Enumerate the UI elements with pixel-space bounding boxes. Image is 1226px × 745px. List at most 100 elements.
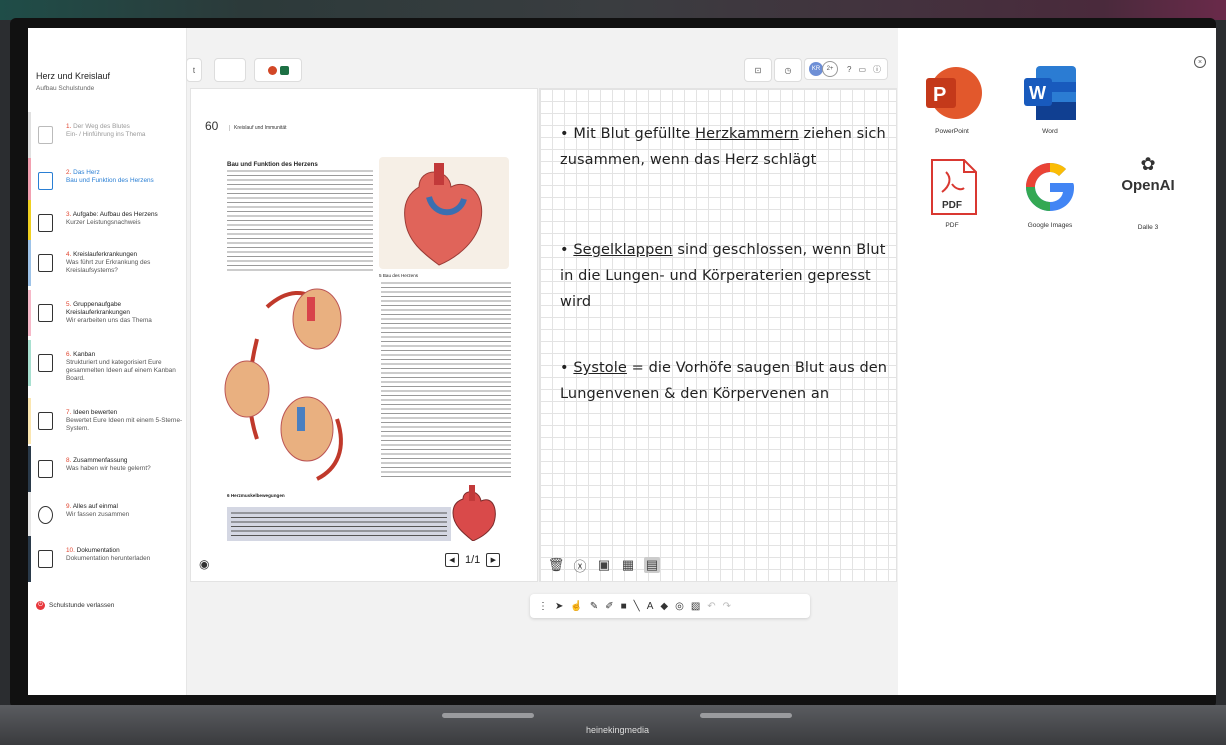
close-icon[interactable]: × [1194,56,1206,68]
document-text-2 [381,281,511,477]
next-page-button[interactable]: ▶ [486,553,501,567]
powerpoint-logo-icon: P [921,64,983,122]
pager: ◀ 1/1 ▶ [445,553,501,567]
heart-cycle-diagram [217,279,375,493]
book-icon[interactable]: ▤ [644,557,660,573]
page-number: 60 [205,119,219,133]
heart-illustration [404,163,483,266]
lesson-description: Wir erarbeiten uns das Thema [66,317,152,324]
board-note-1[interactable]: • Mit Blut gefüllte Herzkammern ziehen s… [560,121,890,173]
app-google-images[interactable]: Google Images [1010,158,1090,229]
lesson-color-bar [28,158,31,204]
users-panel[interactable]: KR 2+ ? ▭ ⓘ [804,58,888,80]
sidebar-item-1[interactable]: 1. Der Weg des Blutes Ein- / Hinführung i… [28,112,186,158]
brand-logo: heinekingmedia [586,725,650,735]
lesson-title: Kreislauferkrankungen [73,251,138,258]
help-icon[interactable]: ? [847,65,851,74]
toolbar-blank-button[interactable] [214,58,246,82]
prev-page-button[interactable]: ◀ [445,553,459,567]
app-dalle[interactable]: Dalle 3 [1108,224,1188,231]
figure-5-caption: 5 Bau des Herzens [379,273,419,278]
timer-button[interactable]: ◷ [774,58,802,82]
lesson-number: 7. [66,409,72,416]
document-viewer: 60 Kreislauf und Immunität Bau und Funkt… [190,88,538,582]
info-icon[interactable]: ⓘ [873,64,881,75]
lesson-icon [38,506,53,524]
drawing-toolbar: ⋮ ➤ ☝ ✎ ✐ ■ ╲ A ◆ ◎ ▧ ↶ ↷ [530,594,810,618]
redo-icon[interactable]: ↷ [723,601,731,612]
lesson-description: Ein- / Hinführung ins Thema [66,131,146,138]
lesson-description: Wir fassen zusammen [66,511,130,518]
eye-icon[interactable]: ◉ [199,557,209,571]
paste-icon[interactable]: ▣ [596,557,612,573]
app-label: Word [1042,128,1058,135]
board-tools: 🗑 ⓧ ▣ ▦ ▤ [548,557,660,574]
lesson-title: Das Herz [73,169,100,176]
chat-icon[interactable]: ▭ [858,65,866,74]
lesson-text: 3. Aufgabe: Aufbau des Herzens Kurzer Lei… [66,211,184,227]
board-note-2[interactable]: • Segelklappen sind geschlossen, wenn Bl… [560,237,890,315]
image-icon[interactable]: ▧ [691,601,700,612]
app-openai[interactable]: ✿ OpenAI [1108,154,1188,194]
lesson-icon [38,304,53,322]
google-logo-icon [1019,158,1081,216]
leave-lesson-button[interactable]: ⏻ Schulstunde verlassen [36,601,114,610]
figure-6-caption: 6 Herzmuskelbewegungen [227,493,285,498]
lesson-color-bar [28,446,31,492]
eraser-icon[interactable]: ◆ [660,601,668,612]
document-text [227,169,373,273]
lesson-icon [38,172,53,190]
app-label: PowerPoint [935,128,969,135]
lesson-icon [38,460,53,478]
hand-icon[interactable]: ☝ [570,601,582,612]
lesson-title: Alles auf einmal [72,503,118,510]
select-icon[interactable]: ➤ [555,601,563,612]
whiteboard[interactable]: • Mit Blut gefüllte Herzkammern ziehen s… [539,88,897,582]
app-powerpoint[interactable]: P PowerPoint [912,64,992,135]
sidebar-item-10[interactable]: 10. Dokumentation Dokumentation herunterl… [28,536,186,582]
target-icon[interactable]: ◎ [675,601,684,612]
text-icon[interactable]: A [647,601,654,612]
pen-tray-right [700,713,792,718]
pen-icon[interactable]: ✎ [590,601,598,612]
lesson-color-bar [28,536,31,582]
board-note-3[interactable]: • Systole = die Vorhöfe saugen Blut aus … [560,355,890,407]
scan-button[interactable]: ⊡ [744,58,772,82]
grid-icon[interactable]: ▦ [620,557,636,573]
lesson-color-bar [28,398,31,444]
toolbar-left-button[interactable]: t [186,58,202,82]
lesson-icon [38,412,53,430]
sidebar-item-4[interactable]: 4. Kreislauferkrankungen Was führt zur Er… [28,240,186,286]
lesson-description: Bau und Funktion des Herzens [66,177,154,184]
app-label: Dalle 3 [1137,224,1159,231]
lesson-number: 3. [66,211,72,218]
sidebar-item-2[interactable]: 2. Das Herz Bau und Funktion des Herzens [28,158,186,204]
line-icon[interactable]: ╲ [634,601,640,612]
lesson-text: 10. Dokumentation Dokumentation herunterl… [66,547,184,563]
screen: Herz und Kreislauf Aufbau Schulstunde 1.… [28,28,1216,695]
lesson-icon [38,126,53,144]
rectangle-icon[interactable]: ■ [621,601,627,612]
trash-icon[interactable]: 🗑 [548,557,565,573]
sidebar-item-5[interactable]: 5. Gruppenaufgabe Kreislauferkrankungen W… [28,290,186,336]
sidebar-item-9[interactable]: 9. Alles auf einmal Wir fassen zusammen [28,492,186,538]
office-apps-button[interactable] [254,58,302,82]
info-box [227,507,451,541]
close-circle-icon[interactable]: ⓧ [572,557,588,574]
lesson-title: Gruppenaufgabe Kreislauferkrankungen [66,301,130,316]
sidebar-item-7[interactable]: 7. Ideen bewerten Bewertet Eure Ideen mit… [28,398,186,444]
drag-handle-icon[interactable]: ⋮ [538,601,548,612]
brush-icon[interactable]: ✐ [605,601,613,612]
word-logo-icon: W [1019,64,1081,122]
sidebar-item-8[interactable]: 8. Zusammenfassung Was haben wir heute ge… [28,446,186,492]
lesson-color-bar [28,340,31,386]
undo-icon[interactable]: ↶ [707,601,715,612]
app-pdf[interactable]: PDF PDF [912,158,992,229]
lesson-description: Strukturiert und kategorisiert Eure gesa… [66,359,176,382]
lesson-title: Der Weg des Blutes [73,123,130,130]
sidebar-item-6[interactable]: 6. Kanban Strukturiert und kategorisiert … [28,340,186,386]
lesson-number: 2. [66,169,72,176]
note-underlined-term: Segelklappen [573,242,673,258]
scan-icon: ⊡ [754,65,762,75]
app-word[interactable]: W Word [1010,64,1090,135]
